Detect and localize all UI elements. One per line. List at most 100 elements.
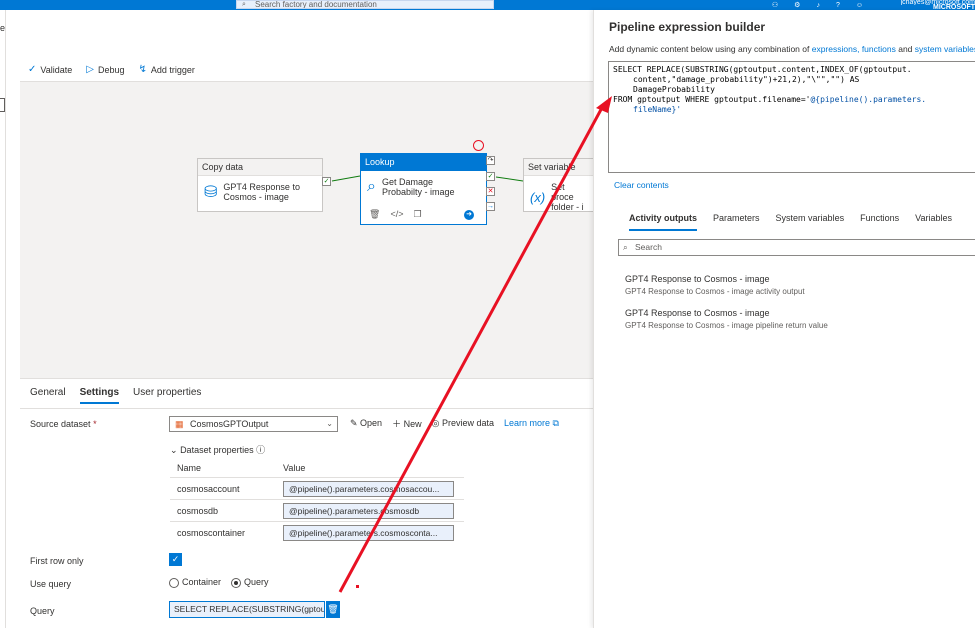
search-icon: ⌕ bbox=[242, 1, 246, 8]
copy-data-activity[interactable]: Copy data ⛁ GPT4 Response to Cosmos - im… bbox=[197, 158, 323, 212]
tab-activity-outputs[interactable]: Activity outputs bbox=[629, 213, 698, 231]
delete-icon[interactable]: 🗑 bbox=[369, 209, 380, 220]
copy-icon[interactable]: ❐ bbox=[413, 209, 421, 220]
left-edge-letter: e bbox=[0, 23, 6, 33]
desc-and: and bbox=[898, 44, 913, 54]
preview-label: Preview data bbox=[441, 418, 494, 428]
factory-search-placeholder: Search factory and documentation bbox=[255, 0, 377, 9]
tabs-divider bbox=[20, 408, 593, 409]
preview-data-button[interactable]: ◎ Preview data bbox=[432, 418, 494, 429]
chevron-down-icon: ⌄ bbox=[326, 419, 333, 428]
tab-functions[interactable]: Functions bbox=[860, 213, 899, 231]
radio-container-label: Container bbox=[182, 577, 222, 587]
output-title: GPT4 Response to Cosmos - image bbox=[625, 308, 770, 318]
row-value-input[interactable]: @pipeline().parameters.cosmosdb bbox=[283, 502, 454, 519]
left-edge-box[interactable] bbox=[0, 98, 5, 112]
copy-data-name-1: GPT4 Response to bbox=[223, 182, 300, 192]
tab-parameters[interactable]: Parameters bbox=[713, 213, 760, 231]
debug-label: Debug bbox=[97, 64, 125, 75]
learn-more-label: Learn more bbox=[504, 418, 551, 428]
set-variable-name-2: folder - i bbox=[551, 202, 584, 212]
dataset-properties-toggle[interactable]: ⌄ Dataset properties ⓘ bbox=[170, 443, 265, 456]
pipeline-canvas[interactable] bbox=[20, 58, 593, 378]
lookup-name-2: Probabilty - image bbox=[381, 187, 455, 197]
delete-query-icon[interactable]: 🗑 bbox=[326, 601, 340, 618]
bell-icon[interactable]: ♪ bbox=[816, 2, 820, 9]
complete-port-icon[interactable]: → bbox=[486, 202, 495, 211]
success-port-icon[interactable]: ✓ bbox=[322, 177, 331, 186]
tab-general[interactable]: General bbox=[30, 387, 66, 404]
properties-tabs: General Settings User properties bbox=[30, 387, 201, 404]
functions-link[interactable]: functions bbox=[862, 44, 896, 54]
first-row-only-checkbox[interactable]: ✓ bbox=[169, 553, 182, 566]
gear-icon[interactable]: ⚙ bbox=[794, 1, 800, 9]
fail-port-icon[interactable]: ✕ bbox=[486, 187, 495, 196]
learn-more-link[interactable]: Learn more ⧉ bbox=[504, 418, 559, 429]
open-button[interactable]: ✎ Open bbox=[350, 418, 382, 429]
table-row: cosmosdb @pipeline().parameters.cosmosdb bbox=[170, 499, 464, 521]
annotation-circle bbox=[473, 140, 484, 151]
row-name: cosmosaccount bbox=[177, 483, 240, 494]
list-item[interactable]: GPT4 Response to Cosmos - image GPT4 Res… bbox=[625, 274, 805, 296]
top-bar: ⌕ Search factory and documentation ⚇ ⚙ ♪… bbox=[0, 0, 975, 11]
tab-system-variables[interactable]: System variables bbox=[776, 213, 845, 231]
expression-builder-panel: Pipeline expression builder Add dynamic … bbox=[593, 10, 975, 628]
tab-user-properties[interactable]: User properties bbox=[133, 387, 201, 404]
radio-query-label: Query bbox=[244, 577, 269, 587]
validate-button[interactable]: ✓ Validate bbox=[28, 64, 72, 75]
table-row: cosmoscontainer @pipeline().parameters.c… bbox=[170, 521, 464, 543]
dataset-properties-label: Dataset properties bbox=[180, 445, 254, 455]
pipeline-toolbar: ✓ Validate ▷ Debug ↯ Add trigger bbox=[20, 58, 593, 82]
first-row-only-label: First row only bbox=[30, 556, 84, 566]
row-value-input[interactable]: @pipeline().parameters.cosmosconta... bbox=[283, 524, 454, 541]
validate-label: Validate bbox=[40, 64, 73, 75]
panel-description: Add dynamic content below using any comb… bbox=[609, 44, 975, 54]
success-port-icon[interactable]: ✓ bbox=[486, 172, 495, 181]
tab-variables[interactable]: Variables bbox=[915, 213, 952, 231]
help-icon[interactable]: ? bbox=[836, 2, 840, 9]
new-button[interactable]: ＋ New bbox=[392, 417, 422, 430]
expression-editor[interactable]: SELECT REPLACE(SUBSTRING(gptoutput.conte… bbox=[608, 61, 975, 173]
expression-search-placeholder: Search bbox=[635, 242, 662, 252]
database-icon: ⛁ bbox=[204, 184, 218, 201]
radio-circle-selected bbox=[231, 577, 242, 588]
skip-port-icon[interactable]: ↷ bbox=[486, 156, 495, 165]
expression-search-input[interactable]: ⌕ Search bbox=[618, 239, 975, 256]
copy-data-name-2: Cosmos - image bbox=[223, 192, 289, 202]
variable-icon: (x) bbox=[530, 189, 546, 205]
dataset-icon: ▦ bbox=[175, 419, 184, 429]
notifications-icon[interactable]: ⚇ bbox=[772, 1, 778, 9]
debug-button[interactable]: ▷ Debug bbox=[86, 64, 124, 75]
query-input[interactable]: SELECT REPLACE(SUBSTRING(gptout... bbox=[169, 601, 325, 618]
output-title: GPT4 Response to Cosmos - image bbox=[625, 274, 770, 284]
col-value-header: Value bbox=[283, 463, 306, 473]
use-query-options: Container Query bbox=[169, 577, 269, 588]
row-value-input[interactable]: @pipeline().parameters.cosmosaccou... bbox=[283, 480, 454, 497]
set-variable-activity[interactable]: Set variable (x) Set proce folder - i bbox=[523, 158, 593, 212]
system-variables-link[interactable]: system variables. bbox=[915, 44, 975, 54]
tab-settings[interactable]: Settings bbox=[79, 387, 120, 404]
radio-container[interactable]: Container bbox=[169, 577, 221, 588]
open-label: Open bbox=[360, 418, 383, 428]
info-icon: ⓘ bbox=[256, 445, 266, 455]
factory-search-input[interactable]: ⌕ Search factory and documentation bbox=[236, 0, 494, 9]
source-dataset-dropdown[interactable]: ▦ CosmosGPTOutput ⌄ bbox=[169, 416, 338, 432]
new-label: New bbox=[403, 419, 422, 429]
copy-data-type: Copy data bbox=[198, 159, 322, 176]
source-dataset-text: Source dataset bbox=[30, 419, 91, 429]
col-name-header: Name bbox=[177, 463, 202, 473]
clear-contents-link[interactable]: Clear contents bbox=[614, 180, 669, 190]
radio-query[interactable]: Query bbox=[231, 577, 269, 588]
expressions-link[interactable]: expressions, bbox=[812, 44, 860, 54]
feedback-icon[interactable]: ☺ bbox=[856, 2, 863, 9]
add-trigger-button[interactable]: ↯ Add trigger bbox=[138, 64, 194, 75]
arrow-right-icon[interactable]: ➜ bbox=[464, 210, 474, 220]
output-subtitle: GPT4 Response to Cosmos - image activity… bbox=[625, 287, 805, 296]
code-icon[interactable]: </> bbox=[390, 209, 403, 220]
lookup-activity[interactable]: Lookup ⌕ Get Damage Probabilty - image 🗑… bbox=[360, 153, 487, 225]
dataset-properties-grid: Name Value cosmosaccount @pipeline().par… bbox=[170, 459, 464, 543]
lookup-search-icon: ⌕ bbox=[367, 178, 376, 195]
set-variable-name-1: Set proce bbox=[551, 182, 574, 202]
query-label: Query bbox=[30, 606, 55, 616]
list-item[interactable]: GPT4 Response to Cosmos - image GPT4 Res… bbox=[625, 308, 828, 330]
